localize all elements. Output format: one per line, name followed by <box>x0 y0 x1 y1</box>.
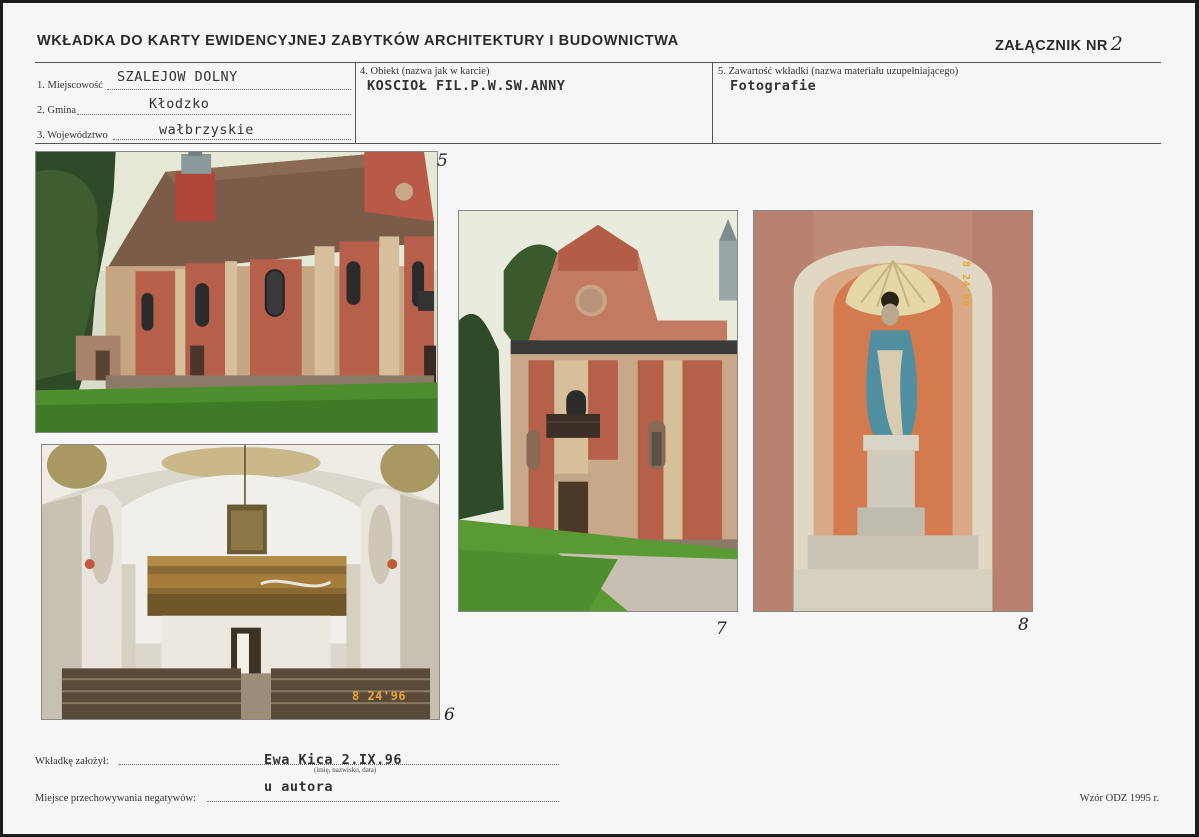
column-divider-1 <box>355 62 356 144</box>
storage-line <box>207 801 559 802</box>
column-divider-2 <box>712 62 713 144</box>
field-miejscowosc-value: SZALEJOW DOLNY <box>117 69 238 85</box>
field-gmina-label: 2. Gmina <box>37 105 77 116</box>
photo-number-8: 8 <box>1018 615 1029 635</box>
field-wojewodztwo-line <box>113 139 351 140</box>
photo-6-date-stamp: 8 24'96 <box>352 689 407 703</box>
photo-8-date-stamp: 8 24'96 <box>960 261 971 307</box>
header-bottom-rule <box>35 143 1161 144</box>
photo-church-exterior <box>35 151 438 433</box>
field-gmina-line <box>77 114 351 115</box>
photo-number-5: 5 <box>437 151 448 171</box>
storage-value: u autora <box>264 779 334 795</box>
field-gmina-value: Kłodzko <box>149 96 210 112</box>
photo-number-6: 6 <box>444 705 455 725</box>
field-obiekt-label: 4. Obiekt (nazwa jak w karcie) <box>360 66 490 77</box>
photo-church-facade <box>458 210 738 612</box>
field-miejscowosc-label: 1. Miejscowość <box>37 80 103 91</box>
attachment-heading: ZAŁĄCZNIK NR 2 <box>995 33 1123 55</box>
field-obiekt-value: KOSCIOŁ FIL.P.W.SW.ANNY <box>367 78 566 94</box>
record-sheet: WKŁADKA DO KARTY EWIDENCYJNEJ ZABYTKÓW A… <box>3 3 1195 834</box>
founder-label: Wkładkę założył: <box>35 756 109 767</box>
photo-number-7: 7 <box>716 619 727 639</box>
header-top-rule <box>35 62 1161 63</box>
field-wojewodztwo-label: 3. Województwo <box>37 130 108 141</box>
attachment-number: 2 <box>1110 33 1124 55</box>
field-miejscowosc-line <box>107 89 351 90</box>
sheet-title: WKŁADKA DO KARTY EWIDENCYJNEJ ZABYTKÓW A… <box>37 33 679 49</box>
storage-label: Miejsce przechowywania negatywów: <box>35 793 196 804</box>
photo-statue-niche <box>753 210 1033 612</box>
founder-hint: (imię, nazwisko, data) <box>314 766 377 774</box>
field-zawartosc-value: Fotografie <box>730 78 817 94</box>
attachment-label: ZAŁĄCZNIK NR <box>995 38 1108 54</box>
field-wojewodztwo-value: wałbrzyskie <box>159 122 254 138</box>
field-zawartosc-label: 5. Zawartość wkładki (nazwa materiału uz… <box>718 66 959 77</box>
template-note: Wzór ODZ 1995 r. <box>1079 793 1159 804</box>
photo-church-interior <box>41 444 440 720</box>
